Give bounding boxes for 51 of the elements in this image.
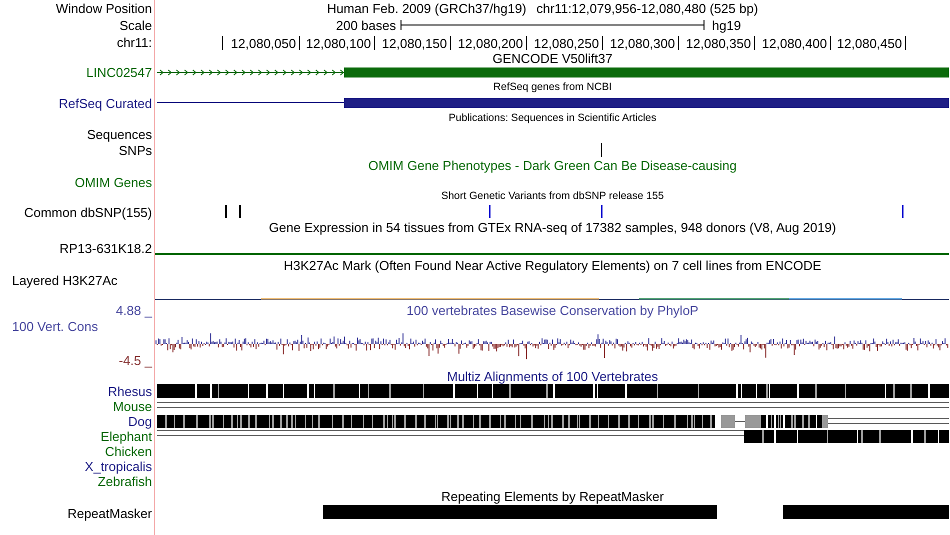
track-label: Elephant xyxy=(100,429,152,444)
track-label: 100 Vert. Cons xyxy=(12,319,98,335)
track-label: Common dbSNP(155) xyxy=(24,204,152,220)
ruler-label: 12,080,200 xyxy=(458,36,523,51)
track-label: RP13-631K18.2 xyxy=(59,240,152,256)
track-title: Repeating Elements by RepeatMasker xyxy=(440,489,665,504)
variant-mark xyxy=(601,205,602,218)
track-title: Publications: Sequences in Scientific Articles xyxy=(448,111,658,126)
track-label: RepeatMasker xyxy=(67,506,152,520)
track-label: chr11: xyxy=(116,35,152,50)
track-title: OMIM Gene Phenotypes - Dark Green Can Be Disease-causing xyxy=(367,158,738,173)
ruler-label: 12,080,300 xyxy=(610,36,675,51)
ruler-label: 12,080,050 xyxy=(230,36,296,51)
ruler-label: 12,080,150 xyxy=(382,36,447,51)
track-title: RefSeq genes from NCBI xyxy=(492,80,613,95)
snp-mark xyxy=(601,143,602,157)
track-label: OMIM Genes xyxy=(74,175,152,190)
variant-mark xyxy=(489,205,490,218)
track-label: Rhesus xyxy=(108,384,152,399)
ruler-label: 12,080,400 xyxy=(762,36,827,51)
variant-mark xyxy=(902,205,904,218)
track-label: Chicken xyxy=(105,444,152,459)
axis-max-label: 4.88 _ xyxy=(116,303,152,319)
ruler-label: 12,080,100 xyxy=(306,36,371,51)
track-title: Short Genetic Variants from dbSNP release 155 xyxy=(440,189,665,204)
track-label: LINC02547 xyxy=(86,65,152,80)
track-title: GENCODE V50lift37 xyxy=(492,51,614,66)
track-label: Zebrafish xyxy=(98,474,152,489)
track-label: Scale xyxy=(119,18,152,33)
track-label: Window Position xyxy=(56,1,152,16)
track-label: SNPs xyxy=(118,142,152,158)
track-title: H3K27Ac Mark (Often Found Near Active Regulatory Elements) on 7 cell lines from ENCODE xyxy=(282,258,822,273)
axis-min-label: -4.5 _ xyxy=(118,353,152,369)
track-label: Sequences xyxy=(86,127,152,142)
position-text: chr11:12,079,956-12,080,480 (525 bp) xyxy=(536,0,758,17)
ruler-label: 12,080,350 xyxy=(686,36,751,51)
track-label: Layered H3K27Ac xyxy=(12,273,118,288)
track-title: Multiz Alignments of 100 Vertebrates xyxy=(446,369,659,384)
track-label: RefSeq Curated xyxy=(58,96,152,110)
assembly-name: Human Feb. 2009 (GRCh37/hg19) xyxy=(326,0,526,17)
scale-length: 200 bases xyxy=(336,18,396,33)
track-label: Mouse xyxy=(112,399,152,414)
track-label: Dog xyxy=(128,414,152,429)
track-title: Gene Expression in 54 tissues from GTEx RNA-seq of 17382 samples, 948 donors (V8, Aug 2019) xyxy=(268,220,838,235)
track-label: X_tropicalis xyxy=(84,459,152,474)
assembly-label: hg19 xyxy=(712,18,741,33)
ruler-label: 12,080,250 xyxy=(534,36,599,51)
track-title: 100 vertebrates Basewise Conservation by PhyloP xyxy=(406,303,700,318)
variant-mark xyxy=(225,205,227,218)
ruler-label: 12,080,450 xyxy=(836,36,902,51)
variant-mark xyxy=(239,205,241,218)
